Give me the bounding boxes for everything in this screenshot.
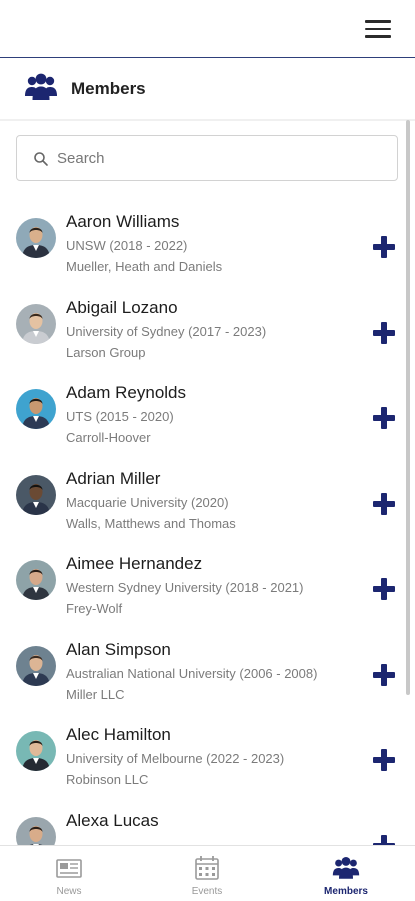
page-header: Members [0,59,415,121]
nav-events[interactable]: Events [138,846,276,901]
nav-events-label: Events [191,886,223,897]
top-app-bar [0,0,415,58]
add-member-button[interactable] [372,235,396,259]
member-list-item[interactable]: Abigail Lozano University of Sydney (2017… [0,296,405,381]
nav-news[interactable]: News [0,846,138,901]
members-icon [332,856,360,879]
member-name[interactable]: Alan Simpson [66,640,171,660]
members-icon [25,73,57,100]
member-company: Frey-Wolf [66,601,123,616]
member-name[interactable]: Adam Reynolds [66,383,186,403]
member-company: Miller LLC [66,686,125,702]
member-education: Macquarie University (2020) [66,494,229,510]
add-member-button[interactable] [372,321,396,345]
member-company: Larson Group [66,344,146,360]
add-member-button[interactable] [372,492,396,516]
member-list-item[interactable]: Alexa Lucas [0,809,405,846]
member-company: Carroll-Hoover [66,430,151,445]
member-education: UTS (2015 - 2020) [66,409,174,424]
member-name[interactable]: Alexa Lucas [66,811,159,831]
member-list-item[interactable]: Adam Reynolds UTS (2015 - 2020) Carroll-Ho… [0,381,405,466]
member-name[interactable]: Abigail Lozano [66,298,178,318]
newspaper-icon [56,859,82,878]
member-education: UNSW (2018 - 2022) [66,238,188,253]
members-list: Aaron Williams UNSW (2018 - 2022) Mueller,… [0,210,405,846]
member-company: Mueller, Heath and Daniels [66,259,223,274]
member-company: Walls, Matthews and Thomas [66,515,236,531]
avatar [16,474,56,515]
scrollbar[interactable] [406,120,410,695]
calendar-icon [195,856,219,880]
page-title: Members [71,79,146,98]
nav-news-label: News [56,886,82,897]
member-education: Australian National University (2006 - 2… [66,665,318,681]
avatar [16,816,56,846]
bottom-navigation: News Events Members [0,845,415,901]
add-member-button[interactable] [372,406,396,430]
search-input[interactable] [57,136,377,180]
member-list-item[interactable]: Alec Hamilton University of Melbourne (20… [0,723,405,808]
avatar [16,218,56,258]
member-name[interactable]: Aimee Hernandez [66,554,202,574]
member-list-item[interactable]: Adrian Miller Macquarie University (2020)… [0,467,405,552]
member-name[interactable]: Alec Hamilton [66,725,171,745]
member-list-item[interactable]: Alan Simpson Australian National Universi… [0,638,405,723]
search-icon [34,152,48,166]
avatar [16,731,56,771]
avatar [16,645,56,686]
member-education: University of Sydney (2017 - 2023) [66,323,267,339]
search-box[interactable] [16,135,398,181]
member-education: University of Melbourne (2022 - 2023) [66,751,285,766]
avatar [16,389,56,429]
nav-members-label: Members [324,886,368,897]
add-member-button[interactable] [372,577,396,601]
add-member-button[interactable] [372,663,396,687]
add-member-button[interactable] [372,748,396,772]
member-list-item[interactable]: Aaron Williams UNSW (2018 - 2022) Mueller,… [0,210,405,295]
avatar [16,560,56,600]
member-company: Robinson LLC [66,772,149,787]
nav-members[interactable]: Members [277,846,415,901]
member-name[interactable]: Adrian Miller [66,469,160,489]
member-education: Western Sydney University (2018 - 2021) [66,580,304,595]
member-list-item[interactable]: Aimee Hernandez Western Sydney University… [0,552,405,637]
avatar [16,303,56,344]
hamburger-menu-icon[interactable] [365,20,391,40]
member-name[interactable]: Aaron Williams [66,212,179,232]
